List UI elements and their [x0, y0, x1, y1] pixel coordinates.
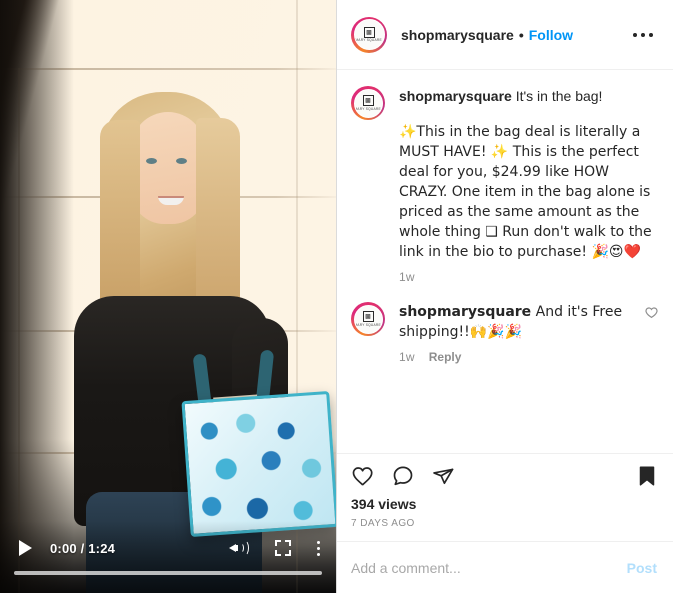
share-paper-plane-icon[interactable]: [431, 464, 455, 488]
brand-logo-text: MARY SQUARE: [355, 38, 383, 43]
post-actions-bar: 394 views 7 DAYS AGO: [337, 454, 673, 541]
header-separator: •: [518, 26, 524, 43]
bookmark-icon[interactable]: [635, 464, 659, 488]
view-count: 394 views: [351, 496, 417, 512]
instagram-post-screen: 0:00 / 1:24 ▩ MARY SQUARE shopmarysquare…: [0, 0, 673, 593]
header-username[interactable]: shopmarysquare: [401, 27, 514, 43]
caption-title: It's in the bag!: [515, 88, 603, 104]
brand-logo-text: MARY SQUARE: [354, 323, 382, 328]
play-icon: [18, 540, 32, 556]
video-player[interactable]: 0:00 / 1:24: [0, 0, 336, 593]
play-button[interactable]: [14, 537, 36, 559]
post-header: ▩ MARY SQUARE shopmarysquare • Follow: [337, 0, 673, 70]
post-more-options-icon[interactable]: [627, 27, 659, 43]
brand-logo-icon: ▩: [363, 26, 375, 38]
fullscreen-icon[interactable]: [275, 540, 291, 556]
post-timestamp: 7 DAYS AGO: [351, 518, 415, 529]
brand-logo-icon: ▩: [362, 311, 374, 323]
like-heart-icon[interactable]: [351, 464, 375, 488]
avatar[interactable]: ▩ MARY SQUARE: [351, 86, 385, 120]
image-vignette: [0, 0, 74, 593]
comment-input[interactable]: [351, 559, 625, 576]
add-comment-bar: Post: [337, 541, 673, 593]
caption-text: shopmarysquare It's in the bag!: [399, 86, 659, 106]
avatar[interactable]: ▩ MARY SQUARE: [351, 302, 385, 336]
follow-button[interactable]: Follow: [529, 27, 573, 43]
avatar[interactable]: ▩ MARY SQUARE: [351, 16, 387, 53]
video-progress-bar[interactable]: [14, 571, 322, 575]
comment-item: ▩ MARY SQUARE shopmarysquare And it's Fr…: [351, 302, 659, 364]
comment-bubble-icon[interactable]: [391, 464, 415, 488]
subject-eye: [146, 158, 157, 164]
caption-body: ✨This in the bag deal is literally a MUS…: [399, 124, 652, 260]
video-time-display: 0:00 / 1:24: [50, 540, 116, 556]
post-comment-button[interactable]: Post: [625, 556, 659, 580]
video-more-options-icon[interactable]: [317, 540, 320, 556]
brand-logo-icon: ▩: [362, 95, 374, 107]
caption-item: ▩ MARY SQUARE shopmarysquare It's in the…: [351, 86, 659, 284]
volume-icon[interactable]: [229, 539, 249, 557]
caption-timestamp: 1w: [399, 270, 415, 284]
caption-username[interactable]: shopmarysquare: [399, 88, 512, 104]
subject-eye: [176, 158, 187, 164]
comment-reply-button[interactable]: Reply: [429, 350, 462, 364]
video-controls-overlay: 0:00 / 1:24: [0, 521, 336, 593]
comment-username[interactable]: shopmarysquare: [399, 304, 531, 320]
video-frame-image: [0, 0, 336, 593]
subject-face: [131, 112, 205, 224]
comments-list: ▩ MARY SQUARE shopmarysquare It's in the…: [337, 70, 673, 454]
comment-timestamp: 1w: [399, 350, 415, 364]
post-details-panel: ▩ MARY SQUARE shopmarysquare • Follow ▩ …: [336, 0, 673, 593]
brand-logo-text: MARY SQUARE: [354, 107, 382, 112]
tote-bag: [181, 391, 336, 537]
comment-text: shopmarysquare And it's Free shipping!!🙌…: [399, 302, 645, 342]
comment-like-heart-icon[interactable]: [645, 302, 659, 364]
